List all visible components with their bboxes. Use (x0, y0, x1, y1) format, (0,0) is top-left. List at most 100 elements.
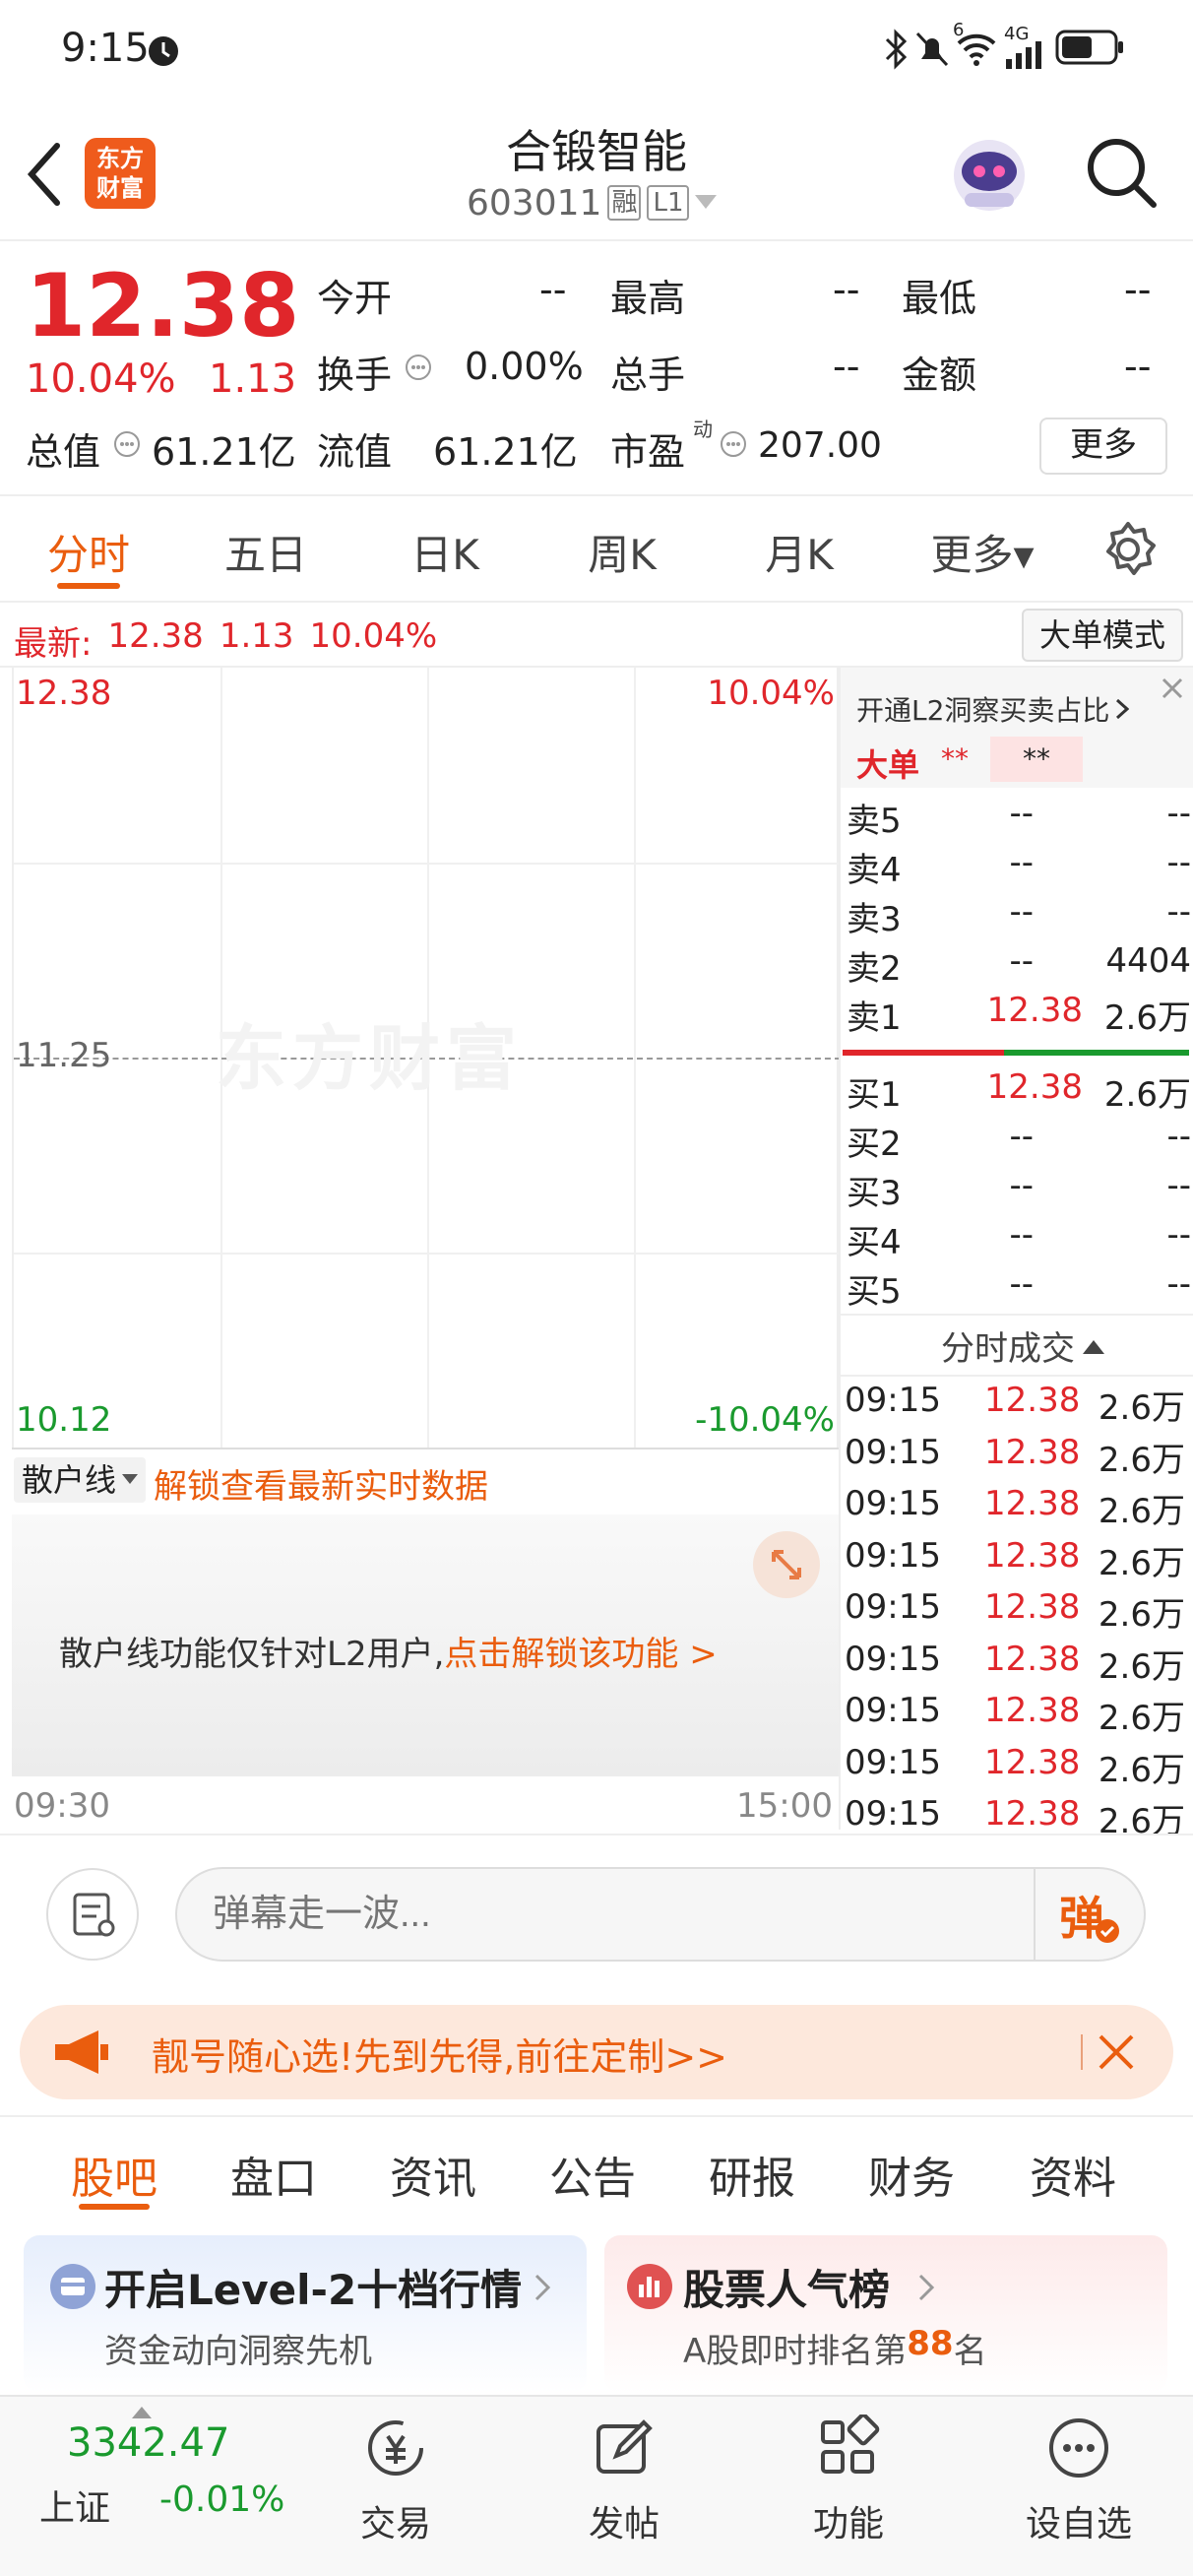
divider (839, 668, 841, 1830)
change-amount: 1.13 (209, 356, 297, 402)
tab-five-day[interactable]: 五日 (197, 522, 335, 582)
retail-line-select[interactable]: 散户线 (14, 1457, 147, 1503)
popularity-title: 股票人气榜 (683, 2266, 891, 2314)
stock-header: 东方 财富 合锻智能 603011 融 L1 (0, 98, 1193, 241)
add-watchlist-button[interactable]: 设自选 (1010, 2407, 1148, 2564)
close-icon[interactable] (1156, 672, 1189, 705)
index-value[interactable]: 3342.47 (67, 2420, 229, 2466)
change-percent: 10.04% (26, 356, 176, 402)
tab-more[interactable]: 更多▾ (913, 522, 1051, 582)
trade-volume: 2.6万 (1098, 1543, 1185, 1583)
close-icon[interactable] (1095, 2030, 1138, 2074)
l2-notice: 散户线功能仅针对L2用户, 点击解锁该功能 > (59, 1627, 718, 1675)
functions-button[interactable]: 功能 (787, 2407, 910, 2564)
big-order-mode-button[interactable]: 大单模式 (1022, 609, 1183, 662)
popularity-rank: 88 (907, 2324, 954, 2363)
trade-row: 09:15 12.38 2.6万 (845, 1484, 1185, 1533)
divider (839, 1314, 1193, 1316)
open-label: 今开 (317, 277, 393, 320)
time-axis-end: 15:00 (736, 1786, 833, 1826)
divider (1034, 1869, 1036, 1960)
trade-volume: 2.6万 (1098, 1388, 1185, 1428)
market-cap-value: 61.21亿 (152, 430, 296, 474)
trade-icon (368, 2420, 423, 2476)
notes-icon[interactable] (45, 1867, 140, 1962)
buy-level-price: -- (1009, 1264, 1034, 1304)
tab-weekly-k[interactable]: 周K (553, 522, 691, 582)
volume-value: -- (833, 345, 860, 388)
buy-level-price: -- (1009, 1117, 1034, 1156)
trade-time: 09:15 (845, 1432, 941, 1472)
tab-intraday[interactable]: 分时 (20, 522, 157, 582)
trade-time: 09:15 (845, 1587, 941, 1627)
sell-level-label: 卖2 (847, 949, 902, 989)
info-icon[interactable] (719, 429, 748, 459)
level-badge: L1 (647, 185, 690, 221)
tab-announcements[interactable]: 公告 (534, 2143, 652, 2206)
divider (839, 1375, 1193, 1377)
popularity-card[interactable]: 股票人气榜 A股即时排名第 88 名 (604, 2235, 1167, 2393)
trade-volume: 2.6万 (1098, 1699, 1185, 1738)
divider (12, 1448, 839, 1449)
robot-assistant-icon[interactable] (945, 128, 1034, 217)
trade-price: 12.38 (984, 1535, 1081, 1576)
info-icon[interactable] (112, 429, 142, 459)
chevron-right-icon (1116, 698, 1130, 720)
price-axis-bottom: 10.12 (16, 1400, 112, 1440)
level2-title: 开启Level-2十档行情 (104, 2266, 523, 2314)
sell-level-label: 卖5 (847, 802, 902, 841)
signal-icon (1006, 41, 1041, 69)
unlock-feature-link[interactable]: 点击解锁该功能 > (444, 1627, 717, 1675)
buy-level-price: 12.38 (986, 1067, 1083, 1107)
tab-news[interactable]: 资讯 (374, 2143, 492, 2206)
tab-forum[interactable]: 股吧 (55, 2143, 173, 2206)
tab-daily-k[interactable]: 日K (376, 522, 514, 582)
post-button[interactable]: 发帖 (563, 2407, 685, 2564)
trade-time: 09:15 (845, 1794, 941, 1834)
trade-price: 12.38 (984, 1742, 1081, 1782)
search-icon[interactable] (1083, 134, 1162, 213)
buy-level-volume: 2.6万 (1103, 1075, 1191, 1115)
stock-code: 603011 (467, 182, 602, 224)
promo-text: 靓号随心选!先到先得,前往定制>> (152, 2035, 727, 2079)
megaphone-icon (55, 2030, 108, 2074)
stock-code-row[interactable]: 603011 融 L1 (467, 181, 718, 225)
caret-up-icon (1083, 1339, 1104, 1354)
tab-financials[interactable]: 财务 (852, 2143, 971, 2206)
mute-icon (915, 32, 949, 67)
tab-research[interactable]: 研报 (693, 2143, 811, 2206)
tab-monthly-k[interactable]: 月K (730, 522, 868, 582)
intraday-chart[interactable]: 东方财富 12.38 10.04% 11.25 10.12 -10.04% (12, 668, 841, 1449)
trades-header[interactable]: 分时成交 (941, 1321, 1104, 1370)
trade-price: 12.38 (984, 1691, 1081, 1730)
trade-volume: 2.6万 (1098, 1646, 1185, 1687)
price-axis-mid: 11.25 (16, 1036, 112, 1075)
l2-promo-link[interactable]: 开通L2洞察买卖占比 (856, 689, 1130, 729)
pct-axis-top: 10.04% (707, 674, 835, 713)
settings-gear-icon[interactable] (1099, 520, 1158, 579)
info-icon[interactable] (404, 353, 433, 382)
tab-order-board[interactable]: 盘口 (215, 2143, 333, 2206)
tab-indicator (79, 2204, 150, 2210)
amount-value: -- (1124, 345, 1152, 388)
trade-volume: 2.6万 (1098, 1492, 1185, 1531)
chevron-down-icon (122, 1474, 139, 1484)
pct-axis-bottom: -10.04% (695, 1400, 835, 1440)
sell-level-volume: -- (1166, 892, 1191, 932)
promo-banner[interactable]: 靓号随心选!先到先得,前往定制>> (20, 2005, 1173, 2099)
alarm-icon (149, 36, 178, 66)
divider (0, 494, 1193, 496)
comment-input[interactable] (213, 1887, 862, 1942)
watermark: 东方财富 (216, 1017, 524, 1100)
expand-icon[interactable] (752, 1530, 821, 1599)
level2-card[interactable]: 开启Level-2十档行情 资金动向洞察先机 (24, 2235, 587, 2393)
trade-price: 12.38 (984, 1484, 1081, 1523)
trade-price: 12.38 (984, 1794, 1081, 1834)
more-quote-button[interactable]: 更多 (1039, 418, 1167, 475)
caret-up-icon (132, 2407, 152, 2418)
big-order-label: 大单 (856, 746, 920, 784)
unlock-realtime-link[interactable]: 解锁查看最新实时数据 (154, 1459, 488, 1508)
trade-button[interactable]: 交易 (335, 2407, 457, 2564)
tab-profile[interactable]: 资料 (1014, 2143, 1132, 2206)
buy-level-volume: -- (1166, 1166, 1191, 1205)
